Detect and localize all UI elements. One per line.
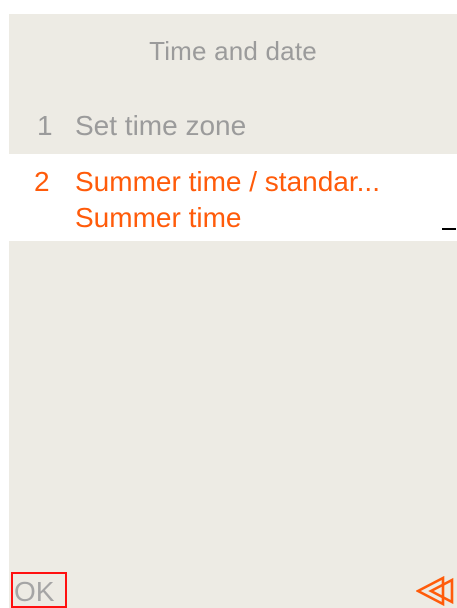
menu-item-value: Summer time — [75, 202, 242, 233]
menu-item-set-time-zone[interactable]: 1 Set time zone — [9, 108, 457, 148]
menu-item-number: 2 — [34, 166, 50, 197]
double-back-arrow-icon — [416, 576, 454, 606]
menu-item-label: Set time zone — [75, 110, 247, 141]
ok-button[interactable]: OK — [11, 572, 67, 608]
back-button[interactable] — [416, 576, 454, 606]
menu-item-label: Summer time / standar... — [75, 166, 380, 197]
menu-item-number: 1 — [37, 110, 53, 141]
menu-panel: Time and date 1 Set time zone 2 Summer t… — [9, 14, 457, 608]
menu-item-summer-time[interactable]: 2 Summer time / standar... Summer time — [9, 154, 457, 241]
page-title: Time and date — [149, 36, 317, 66]
device-screen: Time and date 1 Set time zone 2 Summer t… — [0, 0, 457, 608]
text-cursor — [442, 228, 456, 230]
